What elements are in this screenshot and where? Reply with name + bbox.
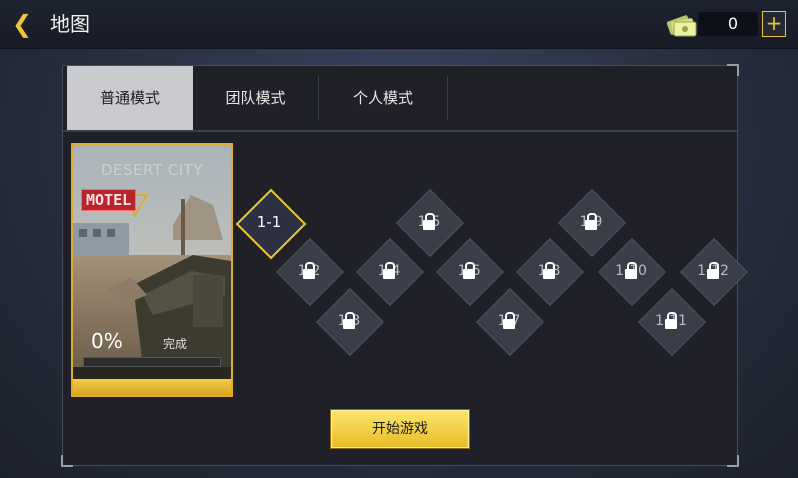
lock-icon xyxy=(423,213,435,230)
back-button[interactable]: ❮ xyxy=(8,10,36,38)
lock-icon xyxy=(625,262,637,279)
tab-solo-mode[interactable]: 个人模式 xyxy=(319,66,447,130)
tab-normal-mode[interactable]: 普通模式 xyxy=(67,66,193,130)
currency-amount: 0 xyxy=(727,14,739,33)
card-footer xyxy=(73,379,231,395)
progress-bar xyxy=(83,357,221,367)
page-title: 地图 xyxy=(50,12,90,36)
panel-corner xyxy=(727,455,739,467)
lock-icon xyxy=(707,262,719,279)
panel-corner xyxy=(61,455,73,467)
panel-corner xyxy=(727,64,739,76)
currency-display: 0 + xyxy=(664,6,792,42)
lock-icon xyxy=(303,262,315,279)
map-panel: 普通模式 团队模式 个人模式 DESERT CITY MOTEL 0% 完成 1… xyxy=(61,64,748,467)
lock-icon xyxy=(463,262,475,279)
lock-icon xyxy=(343,312,355,329)
add-currency-button[interactable]: + xyxy=(762,11,786,37)
level-label: 1-1 xyxy=(256,213,282,231)
chevron-left-icon: ❮ xyxy=(11,10,33,38)
motel-sign: MOTEL xyxy=(81,189,137,211)
progress-percent: 0% xyxy=(91,329,123,353)
top-bar: ❮ 地图 0 + xyxy=(0,0,798,49)
mode-tabs: 普通模式 团队模式 个人模式 xyxy=(63,66,737,132)
tab-divider xyxy=(447,76,448,120)
map-name: DESERT CITY xyxy=(100,161,203,179)
cash-stack-icon xyxy=(666,15,697,37)
map-card[interactable]: DESERT CITY MOTEL 0% 完成 xyxy=(71,143,233,397)
start-game-button[interactable]: 开始游戏 xyxy=(331,410,469,448)
tab-team-mode[interactable]: 团队模式 xyxy=(193,66,318,130)
lock-icon xyxy=(383,262,395,279)
lock-icon xyxy=(665,312,677,329)
progress-status: 完成 xyxy=(163,337,188,351)
lock-icon xyxy=(503,312,515,329)
lock-icon xyxy=(585,213,597,230)
lock-icon xyxy=(543,262,555,279)
